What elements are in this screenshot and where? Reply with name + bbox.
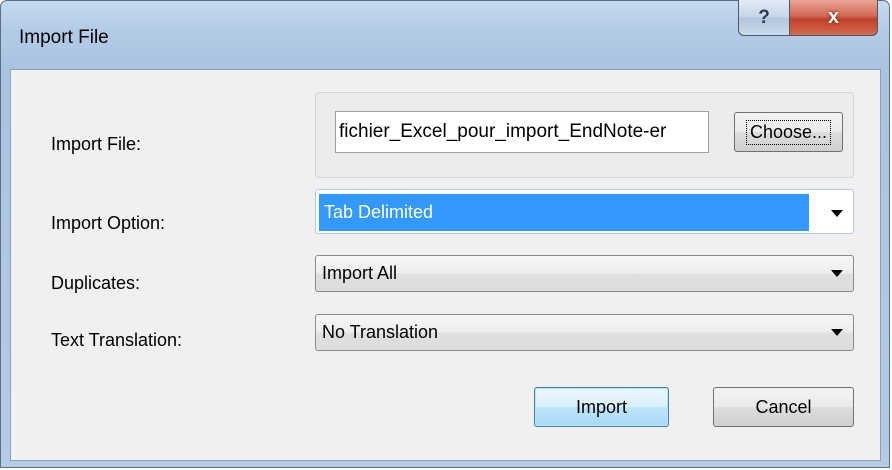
choose-button-label: Choose...	[745, 119, 832, 145]
duplicates-label: Duplicates:	[51, 273, 141, 293]
import-file-input[interactable]: fichier_Excel_pour_import_EndNote-er	[335, 111, 709, 153]
help-icon: ?	[758, 6, 770, 28]
dialog-body: Import File: fichier_Excel_pour_import_E…	[10, 69, 881, 461]
duplicates-select[interactable]: Import All	[315, 255, 854, 292]
import-file-dialog: Import File ? x Import File: fichier_Exc…	[0, 0, 890, 468]
chevron-down-icon[interactable]	[831, 329, 843, 336]
text-translation-label: Text Translation:	[51, 330, 183, 350]
file-group-box: fichier_Excel_pour_import_EndNote-er Cho…	[315, 92, 854, 178]
chevron-down-icon[interactable]	[831, 270, 843, 277]
text-translation-value: No Translation	[322, 322, 439, 342]
help-button[interactable]: ?	[738, 0, 790, 36]
chevron-down-icon[interactable]	[831, 210, 843, 217]
choose-button[interactable]: Choose...	[734, 112, 843, 152]
text-translation-select[interactable]: No Translation	[315, 314, 854, 351]
import-option-select[interactable]: Tab Delimited	[315, 189, 854, 234]
window-title: Import File	[19, 27, 109, 48]
import-button[interactable]: Import	[534, 387, 669, 427]
duplicates-value: Import All	[322, 263, 398, 283]
import-option-value: Tab Delimited	[324, 202, 434, 222]
import-option-label: Import Option:	[51, 213, 166, 233]
import-file-label: Import File:	[51, 134, 142, 154]
close-button[interactable]: x	[789, 0, 878, 36]
cancel-button[interactable]: Cancel	[713, 387, 854, 427]
close-icon: x	[827, 6, 840, 28]
